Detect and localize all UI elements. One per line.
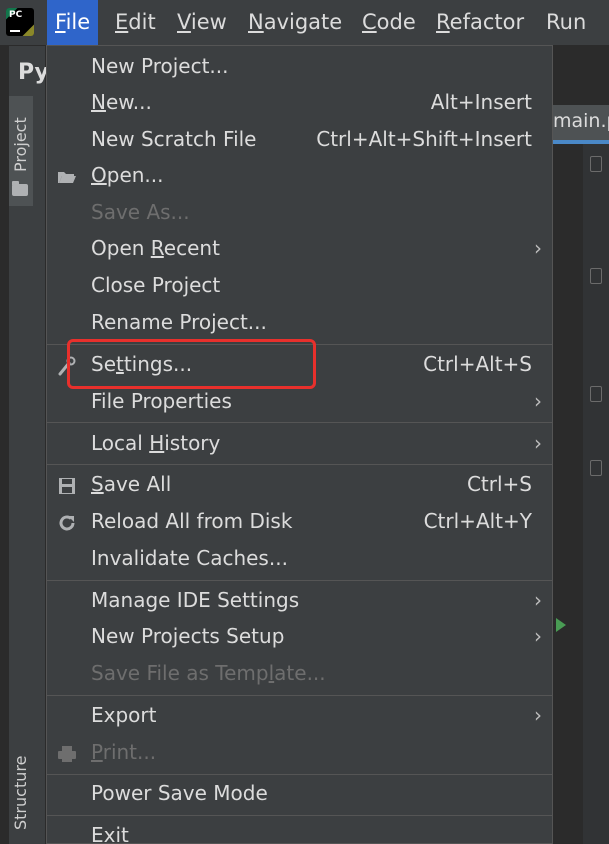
- menu-item-export[interactable]: Export ›: [47, 699, 552, 735]
- submenu-arrow-icon: ›: [534, 703, 542, 727]
- fold-marker-icon[interactable]: [590, 460, 602, 476]
- menu-item-save-as: Save As...: [91, 200, 190, 224]
- menu-separator: [47, 815, 552, 816]
- menu-item-save-all[interactable]: Save All Ctrl+S: [47, 468, 552, 504]
- editor-gutter: [583, 144, 609, 844]
- menu-item-save-file-as-template: Save File as Template...: [91, 661, 326, 685]
- menu-item-local-history[interactable]: Local History ›: [47, 427, 552, 463]
- pycharm-logo-icon[interactable]: PC: [6, 8, 34, 36]
- shortcut-label: Ctrl+Alt+Y: [423, 509, 532, 533]
- menu-separator: [47, 695, 552, 696]
- menu-item-open[interactable]: Open...: [47, 159, 552, 195]
- fold-marker-icon[interactable]: [590, 156, 602, 172]
- project-title: Py: [18, 60, 49, 85]
- menu-edit[interactable]: Edit: [107, 0, 164, 45]
- settings-highlight-box: [67, 339, 316, 389]
- menu-separator: [47, 580, 552, 581]
- menu-refactor[interactable]: Refactor: [428, 0, 532, 45]
- shortcut-label: Ctrl+Alt+S: [423, 352, 532, 376]
- menu-item-power-save-mode[interactable]: Power Save Mode: [47, 777, 552, 813]
- menu-item-rename-project[interactable]: Rename Project...: [47, 306, 552, 342]
- menu-item-reload-all-from-disk[interactable]: Reload All from Disk Ctrl+Alt+Y: [47, 505, 552, 541]
- file-menu-dropdown: New Project... New... Alt+Insert New Scr…: [46, 45, 553, 844]
- menu-item-close-project[interactable]: Close Project: [47, 269, 552, 305]
- window-edge: [0, 46, 9, 844]
- menu-separator: [47, 774, 552, 775]
- fold-marker-icon[interactable]: [590, 386, 602, 402]
- submenu-arrow-icon: ›: [534, 431, 542, 455]
- folder-icon: [12, 181, 28, 196]
- reload-icon: [57, 513, 77, 533]
- submenu-arrow-icon: ›: [534, 389, 542, 413]
- submenu-arrow-icon: ›: [534, 624, 542, 648]
- menu-item-new[interactable]: New... Alt+Insert: [47, 86, 552, 122]
- structure-tab-label: Structure: [11, 755, 30, 830]
- shortcut-label: Ctrl+S: [466, 472, 532, 496]
- menu-item-open-recent[interactable]: Open Recent ›: [47, 232, 552, 268]
- menu-view[interactable]: View: [169, 0, 235, 45]
- fold-marker-icon[interactable]: [590, 268, 602, 284]
- shortcut-label: Ctrl+Alt+Shift+Insert: [316, 127, 532, 151]
- menu-file[interactable]: File: [47, 0, 99, 45]
- menu-item-new-projects-setup[interactable]: New Projects Setup ›: [47, 620, 552, 656]
- printer-icon: [57, 744, 77, 764]
- menu-separator: [47, 422, 552, 423]
- menu-item-manage-ide-settings[interactable]: Manage IDE Settings ›: [47, 584, 552, 620]
- submenu-arrow-icon: ›: [534, 588, 542, 612]
- menu-item-new-project[interactable]: New Project...: [47, 50, 552, 86]
- shortcut-label: Alt+Insert: [430, 90, 532, 114]
- menu-item-print: Print...: [47, 736, 552, 772]
- run-gutter-icon[interactable]: [556, 618, 566, 632]
- folder-open-icon: [57, 167, 77, 187]
- menu-item-invalidate-caches[interactable]: Invalidate Caches...: [47, 542, 552, 578]
- project-tab-label: Project: [11, 117, 30, 172]
- save-icon: [57, 476, 77, 496]
- structure-tool-tab[interactable]: Structure: [9, 740, 33, 840]
- menu-item-exit[interactable]: Exit: [47, 819, 552, 843]
- menu-navigate[interactable]: Navigate: [240, 0, 350, 45]
- menu-code[interactable]: Code: [354, 0, 424, 45]
- menu-item-file-properties[interactable]: File Properties ›: [47, 385, 552, 421]
- menu-bar: PC File Edit View Navigate Code Refactor…: [0, 0, 609, 46]
- editor-tab-label: main.p: [553, 110, 609, 132]
- menu-separator: [47, 464, 552, 465]
- submenu-arrow-icon: ›: [534, 236, 542, 260]
- menu-run[interactable]: Run: [538, 0, 594, 45]
- menu-item-new-scratch-file[interactable]: New Scratch File Ctrl+Alt+Shift+Insert: [47, 123, 552, 159]
